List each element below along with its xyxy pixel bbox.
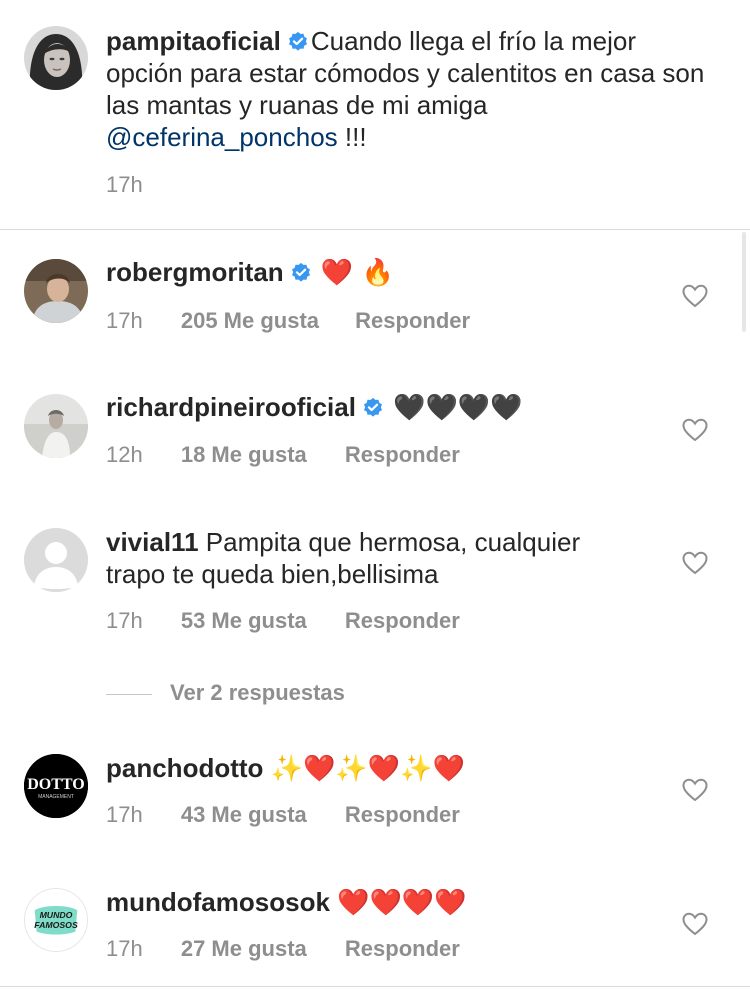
comment-meta: 17h 27 Me gusta Responder: [106, 936, 460, 962]
reply-button[interactable]: Responder: [345, 608, 460, 634]
comment-text: richardpineirooficial 🖤🖤🖤🖤: [106, 391, 706, 424]
comment-body: ❤️ 🔥: [320, 258, 394, 288]
dotto-logo-text: DOTTO: [27, 776, 85, 793]
scrollbar[interactable]: [742, 232, 746, 332]
reply-button[interactable]: Responder: [345, 802, 460, 828]
comment-text: robergmoritan ❤️ 🔥: [106, 256, 706, 289]
avatar-panchodotto[interactable]: DOTTO MANAGEMENT: [24, 754, 88, 818]
view-replies-label: Ver 2 respuestas: [170, 680, 345, 705]
heart-outline-icon[interactable]: [682, 284, 708, 308]
comment-time: 17h: [106, 608, 143, 633]
comment-body: ✨❤️✨❤️✨❤️: [270, 754, 465, 784]
caption-meta: 17h: [106, 172, 143, 198]
comment-text: mundofamososok ❤️❤️❤️❤️: [106, 886, 706, 919]
dotto-logo-subtext: MANAGEMENT: [38, 794, 74, 800]
comment-time: 17h: [106, 802, 143, 827]
comment-meta: 17h 43 Me gusta Responder: [106, 802, 460, 828]
comment-username[interactable]: vivial11: [106, 527, 199, 557]
comment-meta: 12h 18 Me gusta Responder: [106, 442, 460, 468]
mundo-logo-line2: FAMOSOS: [34, 920, 78, 930]
avatar-vivial11[interactable]: [24, 528, 88, 592]
reply-button[interactable]: Responder: [355, 308, 470, 334]
comment-text: panchodotto ✨❤️✨❤️✨❤️: [106, 752, 706, 785]
heart-outline-icon[interactable]: [682, 418, 708, 442]
heart-outline-icon[interactable]: [682, 551, 708, 575]
comment-likes-link[interactable]: 53 Me gusta: [181, 608, 307, 634]
avatar-mundofamososok[interactable]: MUNDO FAMOSOS: [24, 888, 88, 952]
avatar-richardpineirooficial[interactable]: [24, 394, 88, 458]
comment-meta: 17h 205 Me gusta Responder: [106, 308, 470, 334]
heart-outline-icon[interactable]: [682, 778, 708, 802]
mundo-logo-line1: MUNDO: [40, 910, 73, 920]
replies-divider-line: [106, 693, 152, 695]
comment-body: 🖤🖤🖤🖤: [393, 393, 523, 423]
caption-time: 17h: [106, 172, 143, 197]
reply-button[interactable]: Responder: [345, 936, 460, 962]
comment-username[interactable]: panchodotto: [106, 753, 263, 783]
comment-time: 17h: [106, 308, 143, 333]
verified-badge-icon: [288, 31, 307, 51]
comment-username[interactable]: mundofamososok: [106, 887, 330, 917]
comment-meta: 17h 53 Me gusta Responder: [106, 608, 460, 634]
comment-likes-link[interactable]: 27 Me gusta: [181, 936, 307, 962]
heart-outline-icon[interactable]: [682, 912, 708, 936]
caption-mention-link[interactable]: @ceferina_ponchos: [106, 122, 338, 152]
comment-likes-link[interactable]: 43 Me gusta: [181, 802, 307, 828]
comment-time: 12h: [106, 442, 143, 467]
bottom-divider: [0, 986, 750, 987]
verified-badge-icon: [291, 262, 310, 282]
comment-likes-link[interactable]: 205 Me gusta: [181, 308, 319, 334]
avatar-robergmoritan[interactable]: [24, 259, 88, 323]
verified-badge-icon: [363, 397, 382, 417]
caption-body-end: !!!: [337, 122, 367, 152]
comment-username[interactable]: robergmoritan: [106, 257, 284, 287]
comment-time: 17h: [106, 936, 143, 961]
reply-button[interactable]: Responder: [345, 442, 460, 468]
view-replies-button[interactable]: Ver 2 respuestas: [106, 680, 345, 706]
avatar-pampitaoficial[interactable]: [24, 26, 88, 90]
comment-username[interactable]: richardpineirooficial: [106, 392, 356, 422]
comment-body: ❤️❤️❤️❤️: [337, 888, 467, 918]
caption-text: pampitaoficial Cuando llega el frío la me…: [106, 25, 706, 153]
comment-text: vivial11 Pampita que hermosa, cualquier …: [106, 526, 646, 590]
post-caption: pampitaoficial Cuando llega el frío la me…: [0, 0, 750, 230]
comment-likes-link[interactable]: 18 Me gusta: [181, 442, 307, 468]
caption-username[interactable]: pampitaoficial: [106, 26, 281, 56]
